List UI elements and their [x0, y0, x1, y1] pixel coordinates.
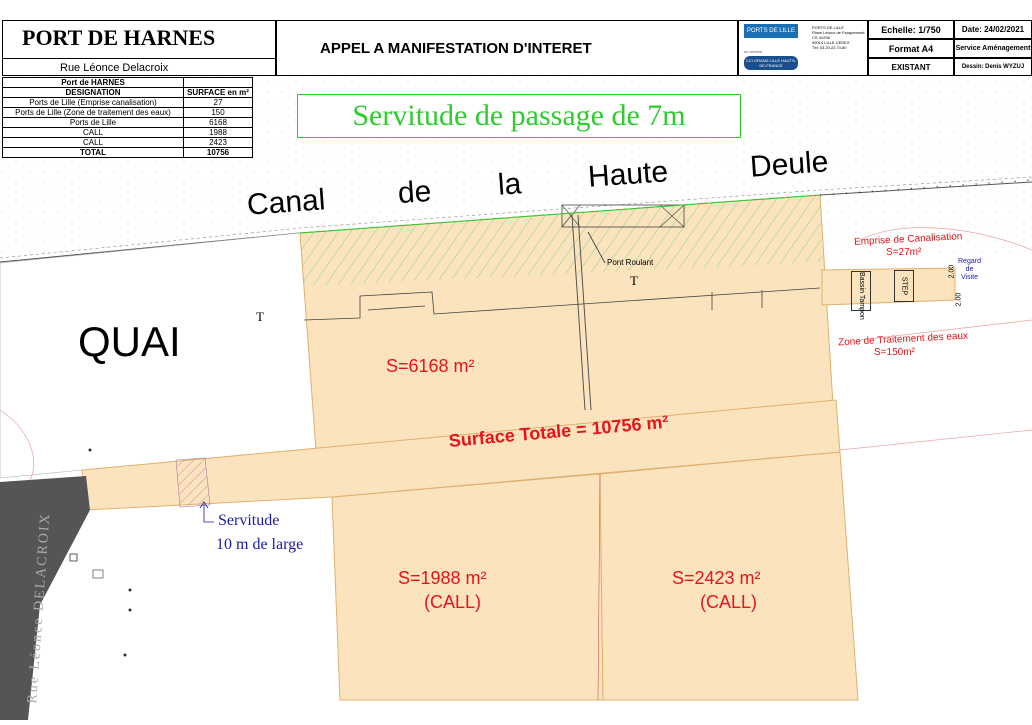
- bassin-tampon-box: Bassin Tampon: [851, 271, 871, 320]
- canal-word-1: Canal: [245, 183, 327, 222]
- canal-word-3: la: [496, 167, 523, 202]
- surface-table: Port de HARNES DESIGNATION SURFACE en m² …: [2, 77, 253, 158]
- servitude-10m-arrow: [199, 501, 214, 523]
- parcel-step: [821, 267, 956, 306]
- right-plan-line-3: [839, 429, 1032, 451]
- dim-label-1: 2.00: [948, 264, 956, 279]
- canal-word-2: de: [396, 174, 433, 211]
- main-title: APPEL A MANIFESTATION D'INTERET: [320, 40, 592, 57]
- servitude-10m-label-2: 10 m de large: [216, 536, 304, 553]
- area-2423-owner: (CALL): [700, 592, 758, 612]
- surface-table-wrap: Port de HARNES DESIGNATION SURFACE en m² …: [2, 77, 253, 158]
- table-row: CALL 2423: [2, 137, 253, 148]
- table-total-row: TOTAL 10756: [2, 147, 253, 158]
- zone-surface-label: S=150m²: [874, 347, 915, 358]
- dessin-cell: Dessin: Denis WYZUJ: [954, 58, 1032, 76]
- area-1988-label: S=1988 m²: [398, 568, 487, 588]
- table-title: Port de HARNES: [2, 77, 184, 88]
- area-2423-label: S=2423 m²: [672, 568, 761, 588]
- format-cell: Format A4: [868, 39, 954, 58]
- servitude-10m-label-1: Servitude: [218, 512, 280, 529]
- regard-visite-label: Regard de Visite: [958, 258, 981, 281]
- cci-logo: CCI GRAND LILLE HAUTS-DE-FRANCE: [744, 56, 798, 70]
- step-box: STEP: [894, 270, 914, 302]
- street-label: Rue Léonce Delacroix: [60, 62, 169, 74]
- servitude-passage-box: Servitude de passage de 7m: [297, 94, 741, 138]
- table-row: Ports de Lille (Zone de traitement des e…: [2, 107, 253, 118]
- quai-label: QUAI: [78, 318, 181, 365]
- col-surface: SURFACE en m²: [183, 87, 253, 98]
- table-row: Ports de Lille (Emprise canalisation) 27: [2, 97, 253, 108]
- canal-word-5: Deule: [748, 145, 830, 184]
- table-row: CALL 1988: [2, 127, 253, 138]
- ports-de-lille-logo: PORTS DE LILLE: [744, 24, 798, 38]
- canal-word-4: Haute: [586, 155, 670, 194]
- symbol-t-2: T: [630, 273, 638, 288]
- existant-cell: EXISTANT: [868, 58, 954, 76]
- table-row: Ports de Lille 6168: [2, 117, 253, 128]
- area-1988-owner: (CALL): [424, 592, 482, 612]
- emprise-surface-label: S=27m²: [886, 247, 922, 258]
- scale-cell: Echelle: 1/750: [868, 20, 954, 39]
- pont-roulant-label: Pont Roulant: [607, 258, 654, 267]
- dim-label-2: 2.00: [955, 292, 963, 307]
- address-block: PORTS DE LILLE Place Leroux de Fauquemon…: [812, 25, 865, 50]
- symbol-t-1: T: [256, 309, 264, 324]
- port-title: PORT DE HARNES: [22, 25, 216, 50]
- area-6168-label: S=6168 m²: [386, 356, 475, 376]
- col-designation: DESIGNATION: [2, 87, 184, 98]
- service-cell: Service Aménagement: [954, 39, 1032, 58]
- date-cell: Date: 24/02/2021: [954, 20, 1032, 39]
